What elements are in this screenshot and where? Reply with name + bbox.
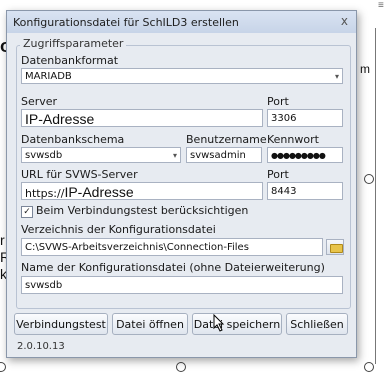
resize-handle-bottom-right[interactable] (364, 362, 374, 372)
browse-folder-button[interactable] (326, 239, 344, 255)
save-file-button[interactable]: Datei speichern (192, 313, 282, 335)
dialog-title: Konfigurationsdatei für SchILD3 erstelle… (13, 15, 239, 29)
chevron-down-icon: ▾ (334, 72, 339, 81)
schema-label: Datenbankschema (21, 133, 125, 146)
database-format-label: Datenbankformat (21, 54, 119, 67)
directory-input[interactable]: C:\SVWS-Arbeitsverzeichnis\Connection-Fi… (21, 238, 323, 256)
chevron-down-icon: ▾ (172, 151, 177, 160)
schema-select[interactable]: svwsdb ▾ (21, 147, 181, 163)
config-dialog: Konfigurationsdatei für SchILD3 erstelle… (6, 10, 357, 358)
background-scroll-glyph: ≡ (378, 0, 384, 11)
connection-test-button[interactable]: Verbindungstest (14, 313, 108, 335)
mouse-cursor-icon (213, 314, 225, 332)
server-label: Server (21, 95, 58, 108)
filename-input[interactable]: svwsdb (21, 276, 343, 294)
background-text-right: m (360, 62, 370, 76)
url-port-label: Port (267, 168, 289, 181)
resize-handle-bottom-left[interactable] (0, 362, 6, 372)
url-host: IP-Adresse (64, 184, 134, 200)
username-input[interactable]: svwsadmin (186, 147, 262, 163)
password-input[interactable]: ●●●●●●●●● (267, 147, 343, 163)
username-label: Benutzername (186, 133, 267, 146)
verification-checkbox-label: Beim Verbindungstest berücksichtigen (36, 204, 249, 217)
group-title: Zugriffsparameter (20, 37, 127, 50)
verification-checkbox[interactable]: ✓ (21, 206, 33, 218)
port-label: Port (267, 95, 289, 108)
password-label: Kennwort (267, 133, 319, 146)
resize-handle-right[interactable] (364, 174, 374, 184)
database-format-select[interactable]: MARIADB ▾ (21, 68, 343, 84)
dialog-titlebar[interactable]: Konfigurationsdatei für SchILD3 erstelle… (7, 11, 356, 33)
open-file-button[interactable]: Datei öffnen (112, 313, 188, 335)
url-input[interactable]: https://IP-Adresse (21, 182, 263, 200)
url-label: URL für SVWS-Server (21, 168, 138, 181)
filename-label: Name der Konfigurationsdatei (ohne Datei… (21, 261, 325, 274)
version-label: 2.0.10.13 (17, 341, 65, 352)
schema-value: svwsdb (25, 150, 63, 161)
url-port-input[interactable]: 8443 (267, 182, 343, 200)
folder-icon (330, 244, 343, 253)
resize-handle-bottom-mid[interactable] (176, 362, 186, 372)
port-input[interactable]: 3306 (267, 109, 343, 127)
directory-label: Verzeichnis der Konfigurationsdatei (21, 223, 216, 236)
server-input[interactable]: IP-Adresse (21, 109, 263, 127)
url-prefix: https:// (25, 187, 65, 200)
background-text-left-2: r (0, 232, 5, 248)
close-icon[interactable]: x (341, 14, 348, 28)
close-button[interactable]: Schließen (286, 313, 348, 335)
database-format-value: MARIADB (25, 71, 72, 82)
